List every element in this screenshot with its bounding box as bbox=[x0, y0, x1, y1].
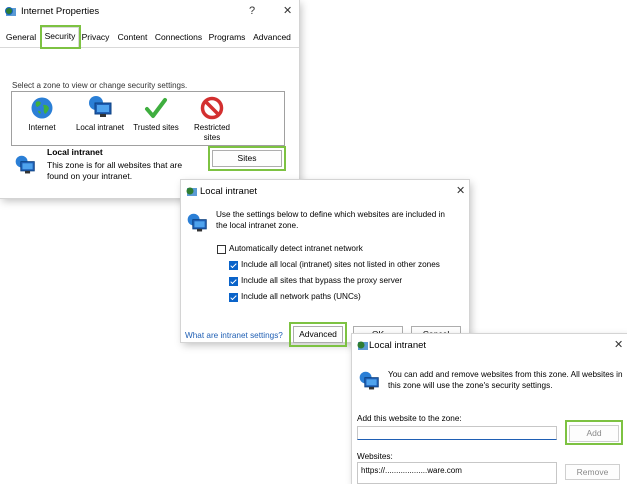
tab-general[interactable]: General bbox=[4, 29, 38, 46]
list-item[interactable]: https://...................ware.com bbox=[361, 466, 462, 475]
internet-options-icon bbox=[186, 187, 197, 196]
security-tab-highlight bbox=[40, 25, 81, 49]
close-button[interactable]: ✕ bbox=[456, 183, 465, 199]
selected-zone-description-line2: found on your intranet. bbox=[47, 171, 133, 181]
checkmark-icon bbox=[145, 98, 167, 118]
auto-detect-checkbox[interactable] bbox=[217, 245, 226, 254]
zone-internet-label: Internet bbox=[28, 123, 56, 132]
zone-trusted-sites-label: Trusted sites bbox=[133, 123, 179, 132]
intranet-computer-icon bbox=[89, 96, 112, 117]
tab-connections[interactable]: Connections bbox=[154, 29, 203, 46]
dialog-title-bar: Local intranet ✕ bbox=[181, 180, 469, 204]
restricted-icon bbox=[200, 96, 224, 120]
close-button[interactable]: ✕ bbox=[614, 337, 623, 353]
zone-restricted-sites[interactable]: Restricted sites bbox=[184, 95, 240, 145]
sites-description-line2: this zone will use the zone's security s… bbox=[388, 381, 553, 390]
selected-zone-description-line1: This zone is for all websites that are bbox=[47, 160, 183, 170]
advanced-button-highlight bbox=[289, 322, 347, 347]
dialog-description-line1: Use the settings below to define which w… bbox=[216, 210, 445, 219]
local-intranet-dialog: Local intranet ✕ Use the settings below … bbox=[181, 180, 469, 347]
close-button[interactable]: ✕ bbox=[283, 3, 292, 19]
dialog-title: Local intranet bbox=[200, 186, 258, 197]
selected-zone-heading: Local intranet bbox=[47, 147, 103, 157]
internet-properties-window: Internet Properties ? ✕ General Security… bbox=[0, 0, 299, 198]
title-bar: Internet Properties ? ✕ bbox=[0, 0, 299, 24]
zone-local-intranet[interactable]: Local intranet bbox=[70, 95, 130, 143]
auto-detect-label[interactable]: Automatically detect intranet network bbox=[229, 244, 363, 253]
tab-programs[interactable]: Programs bbox=[207, 29, 247, 46]
zone-local-intranet-label: Local intranet bbox=[75, 123, 125, 132]
tab-privacy[interactable]: Privacy bbox=[80, 29, 111, 46]
zone-internet[interactable]: Internet bbox=[18, 95, 66, 143]
internet-options-icon bbox=[357, 341, 368, 350]
sites-dialog-title-bar: Local intranet ✕ bbox=[352, 334, 627, 358]
window-title: Internet Properties bbox=[21, 6, 100, 17]
include-unc-checkbox[interactable] bbox=[229, 293, 238, 302]
internet-options-icon bbox=[5, 7, 16, 16]
include-local-sites-checkbox[interactable] bbox=[229, 261, 238, 270]
zone-instruction: Select a zone to view or change security… bbox=[12, 81, 188, 90]
zone-trusted-sites[interactable]: Trusted sites bbox=[130, 95, 182, 143]
sites-description-line1: You can add and remove websites from thi… bbox=[388, 370, 623, 379]
tab-advanced[interactable]: Advanced bbox=[251, 29, 293, 46]
sites-dialog-title: Local intranet bbox=[369, 340, 427, 351]
intranet-computer-icon bbox=[187, 213, 207, 232]
globe-icon bbox=[31, 97, 53, 119]
zone-list: Internet Local intranet Trusted sites Re… bbox=[11, 91, 285, 146]
include-local-sites-label[interactable]: Include all local (intranet) sites not l… bbox=[241, 260, 440, 269]
local-intranet-sites-dialog: Local intranet ✕ You can add and remove … bbox=[352, 334, 627, 484]
selected-zone-icon bbox=[15, 155, 35, 174]
intranet-settings-help-link[interactable]: What are intranet settings? bbox=[185, 331, 283, 340]
websites-label: Websites: bbox=[357, 452, 393, 461]
add-website-label: Add this website to the zone: bbox=[357, 414, 462, 423]
sites-button-highlight bbox=[208, 146, 286, 171]
remove-button[interactable]: Remove bbox=[565, 464, 620, 480]
zone-restricted-sites-label: Restricted sites bbox=[193, 123, 230, 142]
dialog-description-line2: the local intranet zone. bbox=[216, 221, 299, 230]
include-proxy-bypass-label[interactable]: Include all sites that bypass the proxy … bbox=[241, 276, 402, 285]
help-button[interactable]: ? bbox=[249, 3, 255, 19]
add-button-highlight bbox=[565, 420, 623, 445]
add-website-input[interactable] bbox=[357, 426, 557, 440]
websites-list[interactable]: https://...................ware.com bbox=[357, 462, 557, 484]
include-proxy-bypass-checkbox[interactable] bbox=[229, 277, 238, 286]
include-unc-label[interactable]: Include all network paths (UNCs) bbox=[241, 292, 361, 301]
intranet-computer-icon bbox=[359, 371, 379, 390]
tab-content[interactable]: Content bbox=[115, 29, 150, 46]
